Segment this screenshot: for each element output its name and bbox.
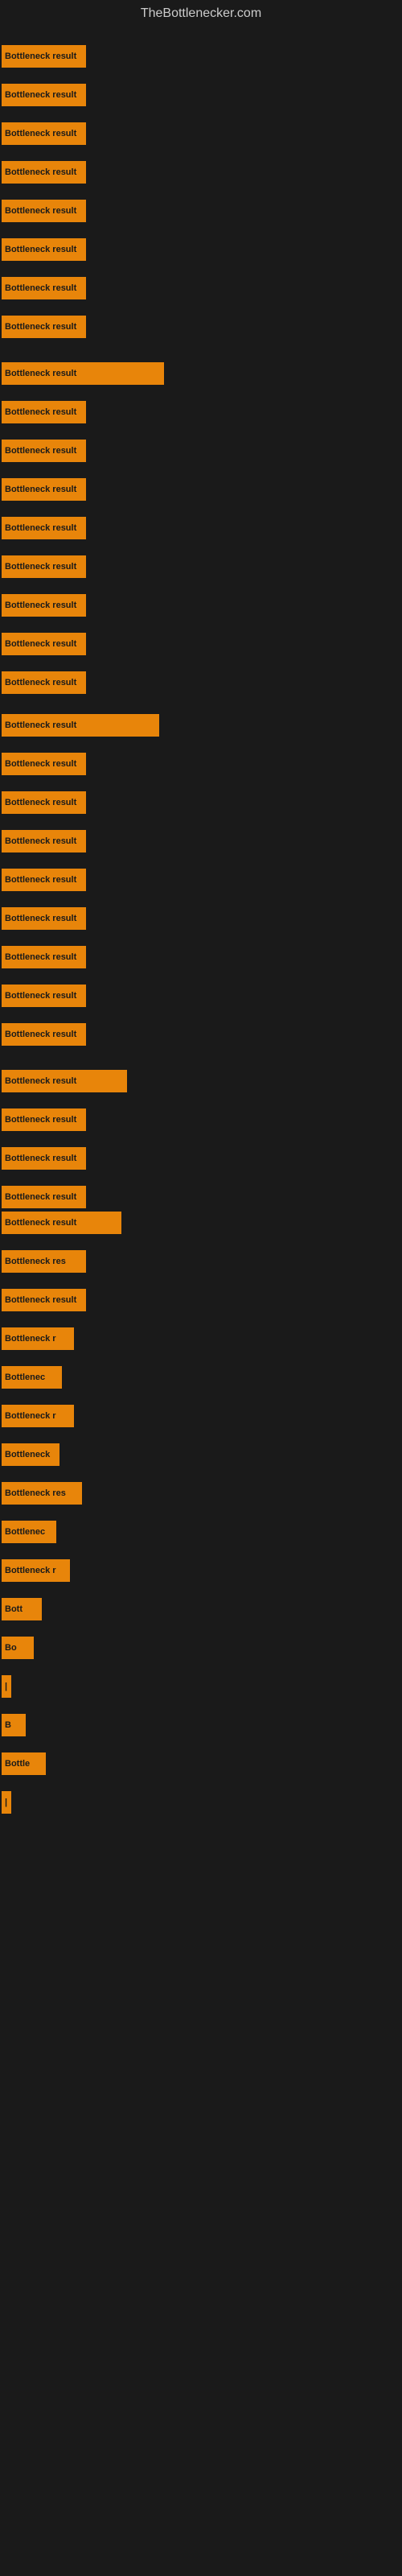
bar-item: Bottleneck result [2,946,86,968]
bar-label: Bottleneck result [5,952,76,962]
bar-item: Bottle [2,1752,46,1775]
bar-item: Bottlenec [2,1521,56,1543]
bar-item: Bottleneck result [2,791,86,814]
bar-item: Bottleneck result [2,869,86,891]
bar-label: Bottleneck result [5,446,76,456]
bar-label: Bottleneck res [5,1257,66,1266]
bar-item: Bottleneck result [2,517,86,539]
bar-label: Bottleneck result [5,407,76,417]
bar-label: Bottleneck result [5,167,76,177]
site-title: TheBottlenecker.com [0,0,402,27]
bar-item: | [2,1675,11,1698]
bar-label: Bottleneck result [5,245,76,254]
site-header: TheBottlenecker.com [0,0,402,27]
bar-item: Bottleneck result [2,84,86,106]
bar-label: Bottleneck result [5,322,76,332]
bar-label: Bottleneck result [5,1076,76,1086]
bar-label: Bottleneck result [5,1192,76,1202]
bar-item: Bottleneck result [2,200,86,222]
bar-item: Bottleneck r [2,1405,74,1427]
bar-label: Bottleneck result [5,875,76,885]
bar-item: Bo [2,1637,34,1659]
bar-label: Bottleneck r [5,1334,56,1344]
bar-item: Bottleneck result [2,985,86,1007]
bar-label: Bottleneck result [5,1295,76,1305]
bar-label: Bottleneck result [5,836,76,846]
bar-label: Bottleneck result [5,206,76,216]
bar-item: Bottleneck result [2,1108,86,1131]
bar-label: Bottle [5,1759,30,1769]
bar-label: Bottleneck result [5,798,76,807]
bar-label: Bottleneck result [5,90,76,100]
bar-item: | [2,1791,11,1814]
bar-label: Bo [5,1643,17,1653]
bar-label: Bottleneck result [5,129,76,138]
bar-label: Bottleneck result [5,52,76,61]
bar-label: Bottleneck result [5,720,76,730]
bar-item: Bottleneck result [2,161,86,184]
bar-item: Bottleneck result [2,440,86,462]
bar-label: Bottleneck r [5,1566,56,1575]
bar-item: Bottleneck result [2,362,164,385]
bar-item: Bottleneck result [2,45,86,68]
bar-item: Bottleneck result [2,907,86,930]
bar-item: Bottleneck result [2,478,86,501]
bar-item: Bottleneck result [2,277,86,299]
bar-item: Bottleneck result [2,555,86,578]
bar-label: Bottlenec [5,1373,45,1382]
bar-label: | [5,1682,7,1691]
bar-item: B [2,1714,26,1736]
bar-label: Bottleneck result [5,914,76,923]
bar-item: Bottleneck [2,1443,59,1466]
bar-item: Bott [2,1598,42,1620]
bar-label: Bottlenec [5,1527,45,1537]
bar-item: Bottleneck result [2,633,86,655]
bar-item: Bottleneck result [2,1070,127,1092]
bar-label: Bottleneck r [5,1411,56,1421]
bar-item: Bottlenec [2,1366,62,1389]
bar-item: Bottleneck result [2,671,86,694]
bar-label: Bottleneck result [5,1030,76,1039]
bar-item: Bottleneck result [2,1186,86,1208]
bar-item: Bottleneck result [2,122,86,145]
bar-label: Bottleneck result [5,1115,76,1125]
bar-label: Bottleneck result [5,523,76,533]
bar-item: Bottleneck result [2,830,86,852]
bar-item: Bottleneck r [2,1559,70,1582]
bar-item: Bottleneck result [2,1212,121,1234]
chart-area: Bottleneck result Bottleneck result Bottle… [0,27,402,2523]
bar-item: Bottleneck result [2,594,86,617]
bar-item: Bottleneck result [2,401,86,423]
bar-label: Bottleneck result [5,639,76,649]
bar-item: Bottleneck result [2,316,86,338]
bar-item: Bottleneck res [2,1482,82,1505]
bar-label: Bottleneck result [5,601,76,610]
bar-label: | [5,1798,7,1807]
bar-label: Bottleneck result [5,1154,76,1163]
bar-label: Bott [5,1604,23,1614]
bar-label: Bottleneck result [5,759,76,769]
bar-label: B [5,1720,11,1730]
bar-label: Bottleneck result [5,562,76,572]
bar-item: Bottleneck result [2,714,159,737]
bar-item: Bottleneck result [2,1147,86,1170]
bar-label: Bottleneck result [5,678,76,687]
bar-item: Bottleneck result [2,753,86,775]
bar-label: Bottleneck res [5,1488,66,1498]
bar-item: Bottleneck result [2,1023,86,1046]
bar-item: Bottleneck res [2,1250,86,1273]
bar-label: Bottleneck [5,1450,50,1459]
bar-item: Bottleneck r [2,1327,74,1350]
bar-label: Bottleneck result [5,283,76,293]
bar-label: Bottleneck result [5,1218,76,1228]
bar-label: Bottleneck result [5,369,76,378]
bar-item: Bottleneck result [2,238,86,261]
bar-label: Bottleneck result [5,991,76,1001]
bar-item: Bottleneck result [2,1289,86,1311]
bar-label: Bottleneck result [5,485,76,494]
